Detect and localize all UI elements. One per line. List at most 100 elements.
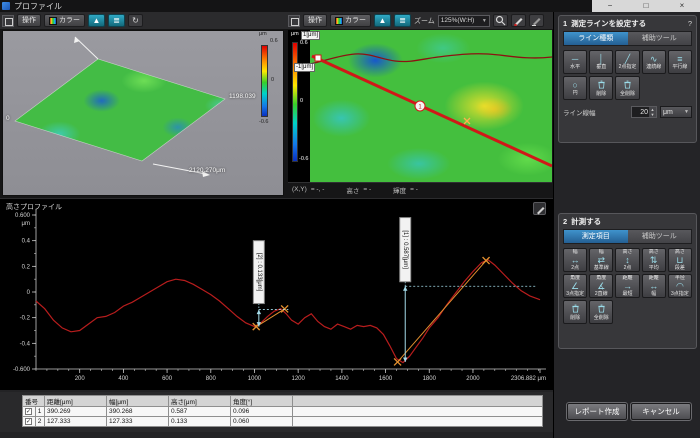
tool-label: 2点 xyxy=(571,265,579,271)
value-cell: 127.333 xyxy=(107,417,169,427)
tool-label: 全削除 xyxy=(620,91,635,97)
tool-基準線[interactable]: 幅⇄基準線 xyxy=(589,248,613,272)
line-width-value: 20 xyxy=(632,109,649,116)
tool-label: 幅 xyxy=(651,291,656,297)
tool-label: 削除 xyxy=(570,315,580,321)
tool-2点[interactable]: 幅↔2点 xyxy=(563,248,587,272)
chevron-down-icon: ▼ xyxy=(482,16,487,26)
zoom-label: ズーム xyxy=(414,16,435,26)
section1-tabs: ライン種類 補助ツール xyxy=(563,31,692,46)
value-cell: 127.333 xyxy=(45,417,107,427)
erase-line-button[interactable] xyxy=(529,14,544,27)
line-width-unit-select[interactable]: μm ▼ xyxy=(660,106,692,118)
tool-削除[interactable]: 削除 xyxy=(563,300,587,324)
axes-3d xyxy=(3,31,285,197)
pencil-erase-icon xyxy=(531,15,542,26)
measurement-line[interactable] xyxy=(312,56,552,166)
use-checkbox[interactable]: ✓ xyxy=(25,418,32,425)
tool-label: 円 xyxy=(573,90,578,96)
line-width-stepper[interactable]: 20 ▲▼ xyxy=(631,106,657,118)
create-report-button[interactable]: レポート作成 xyxy=(567,403,627,420)
measurement-table: 番号距離[μm]幅[μm]高さ[μm]角度[°]✓1390.269390.268… xyxy=(22,395,543,427)
zoom-select[interactable]: 125%(W:H)▼ xyxy=(438,15,490,27)
tool-円[interactable]: ○円 xyxy=(563,76,587,100)
zoom-fit-button[interactable] xyxy=(493,14,508,27)
svg-text:-0.4: -0.4 xyxy=(20,341,31,347)
tool-icon: → xyxy=(623,281,632,291)
tool-icon: ↕ xyxy=(625,255,630,265)
mode-button-2d[interactable]: 操作 xyxy=(303,14,327,27)
minimize-button[interactable]: − xyxy=(592,0,628,12)
height-toggle-3d[interactable]: ≣ xyxy=(108,14,125,27)
scale-label-upper: 1[μm] xyxy=(301,31,320,40)
rotate-button-3d[interactable]: ↻ xyxy=(128,14,143,27)
colorbar-max: 0.6 xyxy=(270,38,278,44)
close-button[interactable]: × xyxy=(664,0,700,12)
texture-toggle-2d[interactable]: ▲ xyxy=(374,14,391,27)
svg-text:2306.882 μm: 2306.882 μm xyxy=(511,376,546,382)
mode-button-3d[interactable]: 操作 xyxy=(17,14,41,27)
color-button-2d[interactable]: カラー xyxy=(330,14,371,27)
empty-cell xyxy=(293,417,543,427)
tool-段差[interactable]: 高さ⊔段差 xyxy=(668,248,692,272)
tool-icon: ⇅ xyxy=(650,255,658,265)
help-button[interactable]: ? xyxy=(688,19,692,28)
tool-平均[interactable]: 高さ⇅平均 xyxy=(642,248,666,272)
use-checkbox[interactable]: ✓ xyxy=(25,408,32,415)
viewports: 0 1198.039 2120.270μm μm 0.6 0 -0.6 μm 0… xyxy=(0,30,553,198)
colorbar-mid: 0 xyxy=(271,77,274,83)
tool-全削除[interactable]: 全削除 xyxy=(589,300,613,324)
texture-toggle-3d[interactable]: ▲ xyxy=(88,14,105,27)
line-start-marker[interactable] xyxy=(315,55,321,61)
tool-全削除[interactable]: 全削除 xyxy=(615,76,639,100)
axis-width-label: 2120.270μm xyxy=(189,167,225,174)
tab-aux-tool-2[interactable]: 補助ツール xyxy=(628,230,692,243)
cancel-button[interactable]: キャンセル xyxy=(631,403,691,420)
tool-最短[interactable]: 距離→最短 xyxy=(615,274,639,298)
line-tools-grid: ─水平│垂直╱2点指定∿連続線≡平行線 ○円削除全削除 xyxy=(559,46,696,104)
spin-down-icon[interactable]: ▼ xyxy=(649,112,656,117)
color-button-3d[interactable]: カラー xyxy=(44,14,85,27)
colorbar-unit: μm xyxy=(291,31,299,37)
col-header: 高さ[μm] xyxy=(169,396,231,407)
height-toggle-2d[interactable]: ≣ xyxy=(394,14,411,27)
pointer-mode-icon[interactable] xyxy=(2,15,14,27)
profile-chart[interactable]: 0.6000.40.20-0.2-0.4-0.600μm200400600800… xyxy=(0,199,553,391)
tool-3点指定[interactable]: 角度∠3点指定 xyxy=(563,274,587,298)
tab-aux-tool-1[interactable]: 補助ツール xyxy=(628,32,692,45)
tool-label: 3点指定 xyxy=(671,291,689,297)
svg-text:0.4: 0.4 xyxy=(22,239,31,245)
tool-icon: ≡ xyxy=(677,54,682,64)
trash-icon xyxy=(597,80,606,91)
svg-text:0: 0 xyxy=(27,290,31,296)
svg-text:1800: 1800 xyxy=(423,376,437,382)
brightness-value: = - xyxy=(410,186,418,193)
tool-2点[interactable]: 高さ↕2点 xyxy=(615,248,639,272)
maximize-button[interactable]: □ xyxy=(628,0,664,12)
brightness-label: 輝度 xyxy=(393,185,406,195)
section2-number: 2 xyxy=(563,217,567,226)
tab-line-type[interactable]: ライン種類 xyxy=(564,32,628,45)
tool-幅[interactable]: 距離↔幅 xyxy=(642,274,666,298)
tool-3点指定[interactable]: 半径◠3点指定 xyxy=(668,274,692,298)
viewport-3d[interactable]: 0 1198.039 2120.270μm μm 0.6 0 -0.6 xyxy=(2,30,284,196)
section1-header: 1 測定ラインを設定する ? xyxy=(559,16,696,31)
colorbar-min: -0.6 xyxy=(259,119,268,125)
tool-垂直[interactable]: │垂直 xyxy=(589,50,613,74)
tab-measure-items[interactable]: 測定項目 xyxy=(564,230,628,243)
tool-連続線[interactable]: ∿連続線 xyxy=(642,50,666,74)
tool-2直線[interactable]: 角度∡2直線 xyxy=(589,274,613,298)
edit-chart-button[interactable] xyxy=(533,202,546,215)
window-controls: − □ × xyxy=(592,0,700,12)
color-icon xyxy=(49,17,57,25)
tool-2点指定[interactable]: ╱2点指定 xyxy=(615,50,639,74)
trash-icon xyxy=(623,80,632,91)
tool-水平[interactable]: ─水平 xyxy=(563,50,587,74)
draw-line-button[interactable] xyxy=(511,14,526,27)
pointer-mode-icon[interactable] xyxy=(288,15,300,27)
svg-text:1200: 1200 xyxy=(291,376,305,382)
viewport-2d[interactable]: μm 0.6 0 -0.6 1 1[μm] -1[μm] xyxy=(288,30,552,196)
chart-title: 高さプロファイル xyxy=(6,202,62,212)
tool-削除[interactable]: 削除 xyxy=(589,76,613,100)
tool-平行線[interactable]: ≡平行線 xyxy=(668,50,692,74)
